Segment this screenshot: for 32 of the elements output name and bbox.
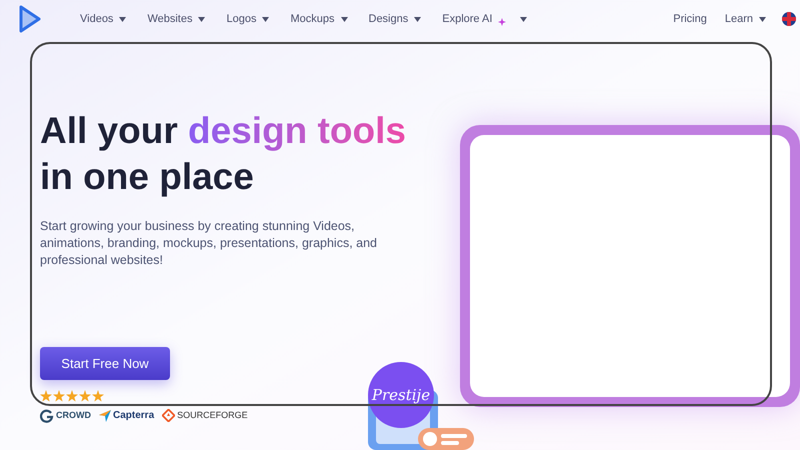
star-icon [92,390,104,402]
capterra-logo-icon [99,410,111,422]
start-free-button[interactable]: Start Free Now [40,347,170,380]
nav-link[interactable]: Websites [147,10,206,28]
review-site-name: Capterra [113,409,154,423]
nav-link[interactable]: Logos [226,10,270,28]
hero-subtitle: Start growing your business by creating stunning Videos, animations, branding, mockups, presentations, graphics, and professional websites! [40,218,378,269]
star-icon [79,390,91,402]
caret-icon [520,16,528,22]
nav-link[interactable]: Learn [724,10,766,28]
caret-icon [759,16,766,22]
caret-icon [414,16,422,22]
review-site-name: CROWD [56,408,91,422]
nav-link[interactable]: Pricing [673,10,707,28]
nav-link[interactable]: Designs [368,10,422,28]
review-site-name: SOURCEFORGE [177,408,248,422]
g2-logo-icon [40,408,54,422]
nav-link[interactable]: Mockups [290,10,348,28]
nav-link[interactable]: Explore AI [442,10,528,28]
caret-icon [119,16,126,22]
logo-icon[interactable] [18,5,42,33]
hero-heading: All your design tools in one place [40,109,407,199]
star-icon [53,390,65,402]
sparkle-icon [498,18,506,26]
star-icon [40,390,52,402]
caret-icon [198,16,206,22]
star-icon [66,390,78,402]
caret-icon [262,16,270,22]
nav-link[interactable]: Videos [80,10,126,28]
sourceforge-logo-icon [162,409,176,422]
caret-icon [340,16,348,22]
flag-icon[interactable] [782,12,796,26]
